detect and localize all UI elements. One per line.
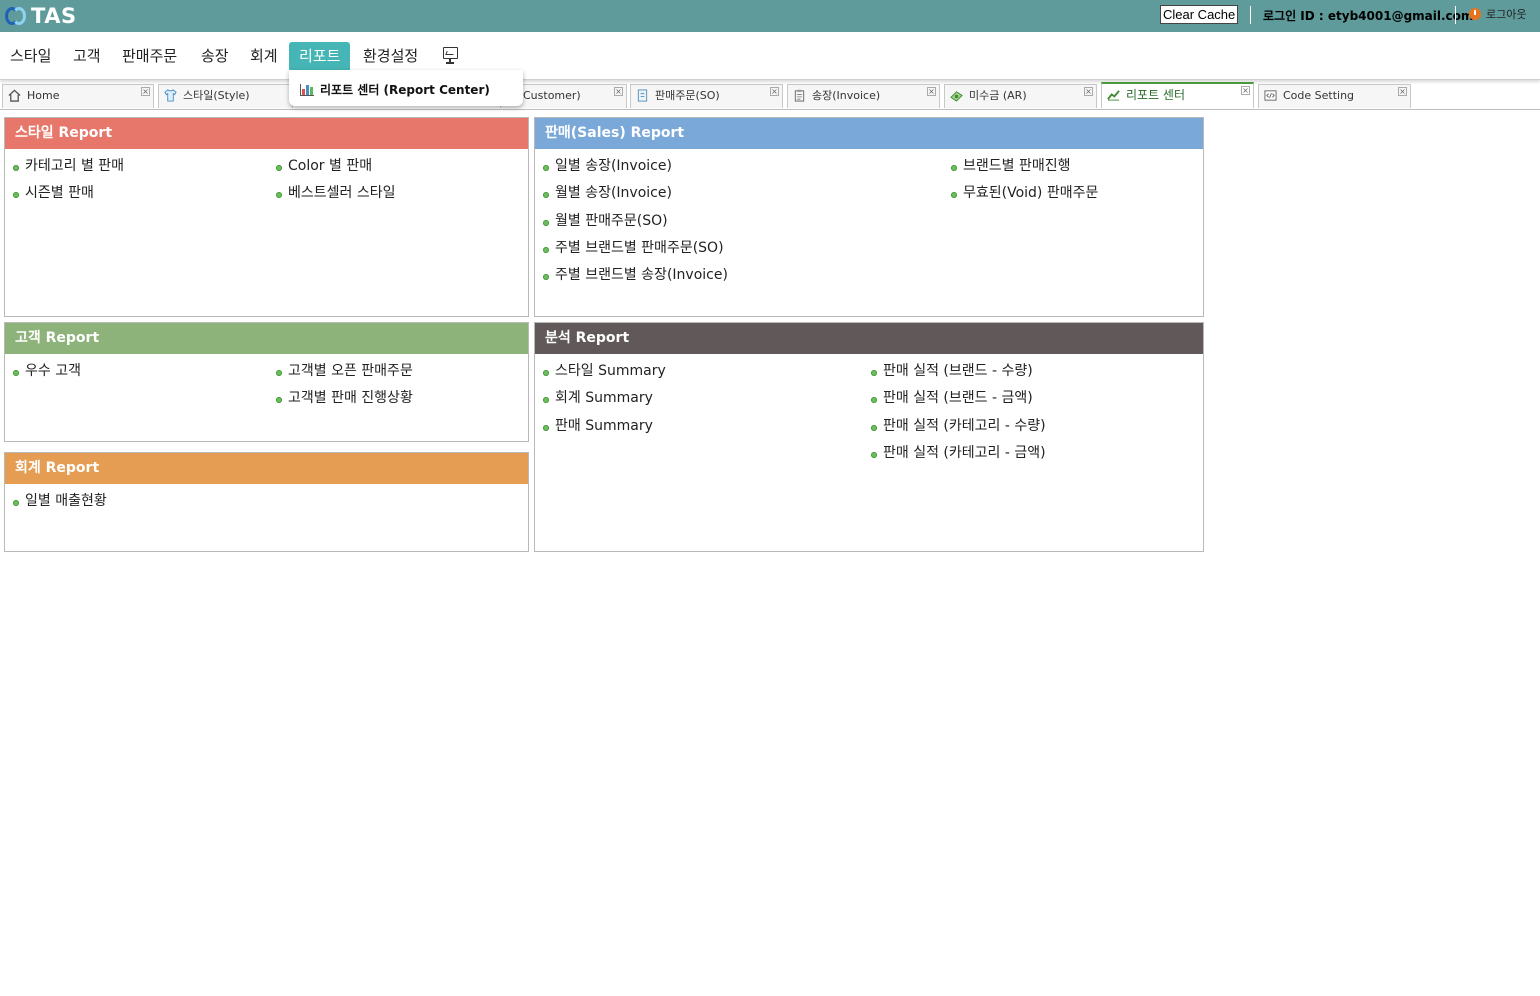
- report-link[interactable]: 우수 고객: [13, 358, 81, 385]
- report-link[interactable]: 시즌별 판매: [13, 180, 124, 207]
- power-icon: [1469, 8, 1481, 20]
- order-icon: [637, 89, 648, 102]
- tab-invoice[interactable]: 송장(Invoice) ×: [787, 84, 940, 108]
- panel-title: 회계 Report: [5, 453, 528, 484]
- nav-accounting[interactable]: 회계: [250, 42, 278, 72]
- main-nav: 스타일 고객 판매주문 송장 회계 리포트 환경설정: [0, 32, 1540, 80]
- report-link[interactable]: 회계 Summary: [543, 385, 666, 412]
- customer-report-panel: 고객 Report 우수 고객 고객별 오픈 판매주문 고객별 판매 진행상황: [4, 322, 529, 442]
- report-link[interactable]: 스타일 Summary: [543, 358, 666, 385]
- tab-home[interactable]: Home ×: [2, 84, 154, 108]
- money-icon: [950, 91, 963, 102]
- nav-report[interactable]: 리포트: [289, 42, 351, 72]
- report-link[interactable]: 판매 Summary: [543, 413, 666, 440]
- clear-cache-button[interactable]: Clear Cache: [1160, 5, 1239, 24]
- panel-title: 분석 Report: [535, 323, 1203, 354]
- report-link[interactable]: 판매 실적 (브랜드 - 수량): [871, 358, 1046, 385]
- close-icon[interactable]: ×: [1084, 87, 1093, 96]
- shirt-icon: [164, 89, 177, 102]
- code-icon: [1264, 90, 1277, 101]
- nav-settings[interactable]: 환경설정: [363, 42, 418, 72]
- logo[interactable]: TAS: [4, 4, 77, 28]
- monitor-icon[interactable]: [443, 47, 458, 64]
- report-link[interactable]: Color 별 판매: [276, 153, 396, 180]
- chart-icon: [1107, 90, 1120, 101]
- report-link[interactable]: 월별 송장(Invoice): [543, 180, 728, 207]
- logout-button[interactable]: 로그아웃: [1469, 6, 1526, 22]
- home-icon: [8, 89, 21, 102]
- tab-label: 미수금 (AR): [969, 89, 1027, 102]
- report-link[interactable]: 주별 브랜드별 송장(Invoice): [543, 262, 728, 289]
- invoice-icon: [794, 89, 805, 102]
- panel-title: 스타일 Report: [5, 118, 528, 149]
- logo-text: TAS: [31, 4, 77, 28]
- report-link[interactable]: 월별 판매주문(SO): [543, 208, 728, 235]
- report-link[interactable]: 브랜드별 판매진행: [951, 153, 1098, 180]
- tab-sales-order[interactable]: 판매주문(SO) ×: [630, 84, 783, 108]
- report-link[interactable]: 판매 실적 (카테고리 - 금액): [871, 440, 1046, 467]
- panel-title: 고객 Report: [5, 323, 528, 354]
- report-list: 판매 실적 (브랜드 - 수량) 판매 실적 (브랜드 - 금액) 판매 실적 …: [871, 358, 1046, 467]
- nav-customer[interactable]: 고객: [73, 42, 101, 72]
- bar-chart-icon: [300, 83, 314, 96]
- tab-ar[interactable]: 미수금 (AR) ×: [944, 84, 1097, 108]
- report-link[interactable]: 고객별 판매 진행상황: [276, 385, 413, 412]
- divider: [1455, 6, 1456, 24]
- panel-title: 판매(Sales) Report: [535, 118, 1203, 149]
- logo-icon: [4, 5, 26, 27]
- report-list: 고객별 오픈 판매주문 고객별 판매 진행상황: [276, 358, 413, 413]
- close-icon[interactable]: ×: [770, 87, 779, 96]
- menu-item-report-center[interactable]: 리포트 센터 (Report Center): [300, 81, 490, 98]
- report-list: Color 별 판매 베스트셀러 스타일: [276, 153, 396, 208]
- close-icon[interactable]: ×: [614, 87, 623, 96]
- report-list: 브랜드별 판매진행 무효된(Void) 판매주문: [951, 153, 1098, 208]
- analysis-report-panel: 분석 Report 스타일 Summary 회계 Summary 판매 Summ…: [534, 322, 1204, 552]
- sales-report-panel: 판매(Sales) Report 일별 송장(Invoice) 월별 송장(In…: [534, 117, 1204, 317]
- tab-label: Customer): [523, 89, 581, 102]
- report-link[interactable]: 판매 실적 (브랜드 - 금액): [871, 385, 1046, 412]
- tab-label: 리포트 센터: [1126, 88, 1186, 102]
- login-id: 로그인 ID : etyb4001@gmail.com: [1263, 9, 1474, 23]
- report-link[interactable]: 주별 브랜드별 판매주문(SO): [543, 235, 728, 262]
- nav-sales-order[interactable]: 판매주문: [122, 42, 177, 72]
- report-list: 카테고리 별 판매 시즌별 판매: [13, 153, 124, 208]
- tab-label: 스타일(Style): [183, 89, 250, 102]
- report-link[interactable]: 일별 매출현황: [13, 488, 107, 515]
- style-report-panel: 스타일 Report 카테고리 별 판매 시즌별 판매 Color 별 판매 베…: [4, 117, 529, 317]
- tab-label: Home: [27, 89, 60, 102]
- divider: [1250, 6, 1251, 24]
- report-list: 일별 매출현황: [13, 488, 107, 515]
- accounting-report-panel: 회계 Report 일별 매출현황: [4, 452, 529, 552]
- report-link[interactable]: 판매 실적 (카테고리 - 수량): [871, 413, 1046, 440]
- report-link[interactable]: 카테고리 별 판매: [13, 153, 124, 180]
- logout-label: 로그아웃: [1486, 8, 1527, 21]
- report-link[interactable]: 베스트셀러 스타일: [276, 180, 396, 207]
- report-list: 우수 고객: [13, 358, 81, 385]
- report-link[interactable]: 고객별 오픈 판매주문: [276, 358, 413, 385]
- nav-invoice[interactable]: 송장: [201, 42, 229, 72]
- tab-bar: Home × 스타일(Style) Customer) × 판매주문(SO) ×…: [0, 80, 1540, 110]
- tab-label: 판매주문(SO): [655, 89, 720, 102]
- nav-style[interactable]: 스타일: [10, 42, 51, 72]
- tab-label: 송장(Invoice): [812, 89, 881, 102]
- tab-report-center[interactable]: 리포트 센터 ×: [1101, 82, 1254, 108]
- report-link[interactable]: 무효된(Void) 판매주문: [951, 180, 1098, 207]
- tab-style[interactable]: 스타일(Style): [158, 84, 293, 108]
- tab-label: Code Setting: [1283, 89, 1355, 102]
- close-icon[interactable]: ×: [1398, 87, 1407, 96]
- tab-code-setting[interactable]: Code Setting ×: [1258, 84, 1411, 108]
- report-list: 스타일 Summary 회계 Summary 판매 Summary: [543, 358, 666, 440]
- report-list: 일별 송장(Invoice) 월별 송장(Invoice) 월별 판매주문(SO…: [543, 153, 728, 289]
- menu-item-label: 리포트 센터 (Report Center): [320, 83, 490, 97]
- close-icon[interactable]: ×: [927, 87, 936, 96]
- close-icon[interactable]: ×: [141, 87, 150, 96]
- close-icon[interactable]: ×: [1241, 86, 1250, 95]
- report-link[interactable]: 일별 송장(Invoice): [543, 153, 728, 180]
- top-header: TAS Clear Cache 로그인 ID : etyb4001@gmail.…: [0, 0, 1540, 32]
- report-dropdown: 리포트 센터 (Report Center): [289, 70, 523, 106]
